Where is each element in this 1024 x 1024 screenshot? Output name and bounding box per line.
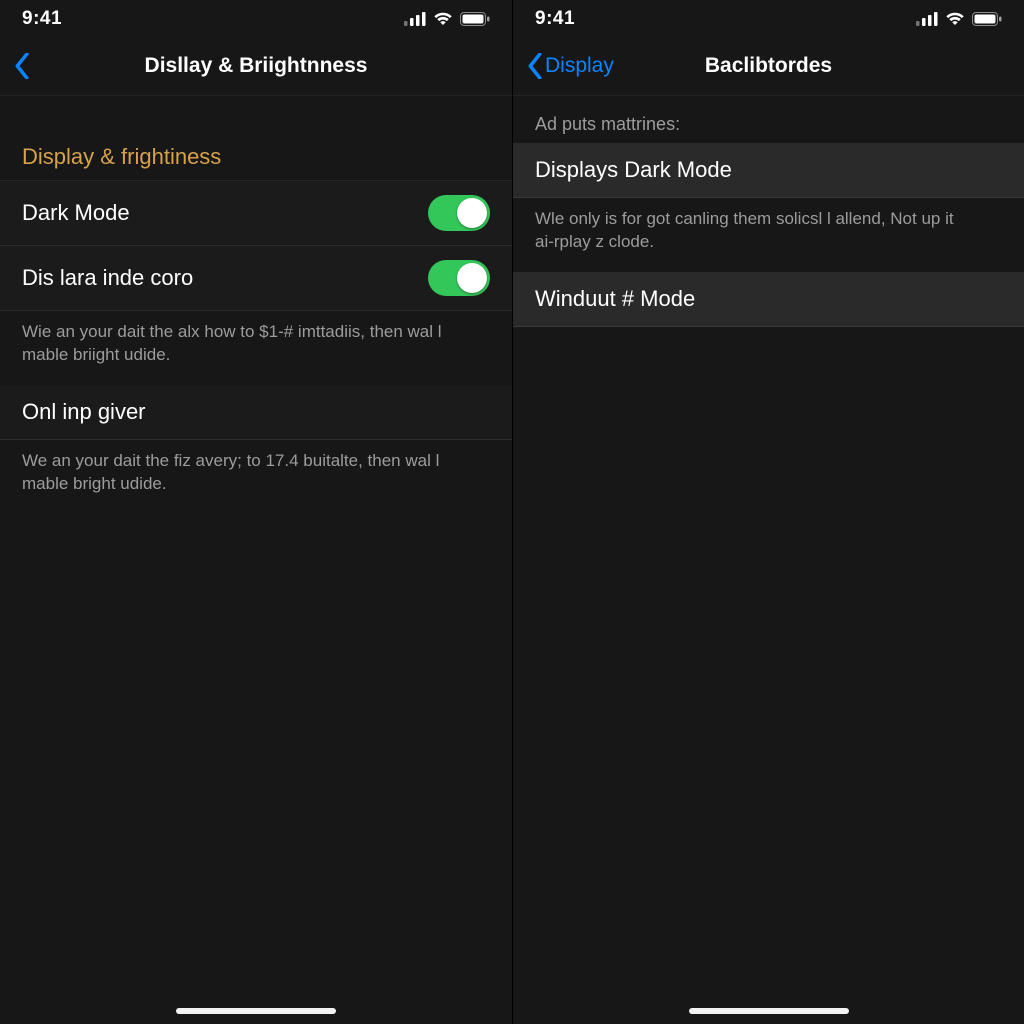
back-button[interactable] [0,53,30,79]
status-icons [404,12,490,26]
home-indicator[interactable] [176,1008,336,1014]
displays-dark-mode-row[interactable]: Displays Dark Mode [513,143,1024,198]
displays-dark-mode-label: Displays Dark Mode [535,157,732,183]
page-title: Disllay & Briightnness [0,54,512,78]
back-button[interactable]: Display [513,53,614,79]
wifi-icon [945,12,965,26]
back-label: Display [545,54,614,78]
auto-brightness-row[interactable]: Dis lara inde coro [0,246,512,311]
cellular-icon [404,12,426,26]
auto-brightness-label: Dis lara inde coro [22,265,193,291]
nav-header: Display Baclibtordes [513,36,1024,96]
settings-content: Display & frightiness Dark Mode Dis lara… [0,96,512,1024]
onl-inp-giver-desc: We an your dait the fiz avery; to 17.4 b… [0,440,512,514]
settings-content: Ad puts mattrines: Displays Dark Mode Wl… [513,96,1024,1024]
phone-right: 9:41 Display Baclibtordes Ad puts mattri… [512,0,1024,1024]
status-bar: 9:41 [513,0,1024,36]
dark-mode-row[interactable]: Dark Mode [0,181,512,246]
status-icons [916,12,1002,26]
home-indicator[interactable] [689,1008,849,1014]
displays-dark-mode-desc: Wle only is for got canling them solicsl… [513,198,1024,272]
nav-header: Disllay & Briightnness [0,36,512,96]
chevron-left-icon [527,53,543,79]
dark-mode-toggle[interactable] [428,195,490,231]
winduut-mode-label: Winduut # Mode [535,286,695,312]
status-time: 9:41 [535,8,575,30]
winduut-mode-row[interactable]: Winduut # Mode [513,272,1024,327]
battery-icon [460,12,490,26]
onl-inp-giver-label: Onl inp giver [22,399,146,425]
phone-left: 9:41 Disllay & Briightnness Display & fr… [0,0,512,1024]
status-time: 9:41 [22,8,62,30]
wifi-icon [433,12,453,26]
battery-icon [972,12,1002,26]
dark-mode-label: Dark Mode [22,200,130,226]
status-bar: 9:41 [0,0,512,36]
chevron-left-icon [14,53,30,79]
onl-inp-giver-row[interactable]: Onl inp giver [0,385,512,440]
auto-brightness-desc: Wie an your dait the alx how to $1-# imt… [0,311,512,385]
section-heading: Display & frightiness [0,96,512,181]
cellular-icon [916,12,938,26]
section-caption: Ad puts mattrines: [513,96,1024,143]
auto-brightness-toggle[interactable] [428,260,490,296]
